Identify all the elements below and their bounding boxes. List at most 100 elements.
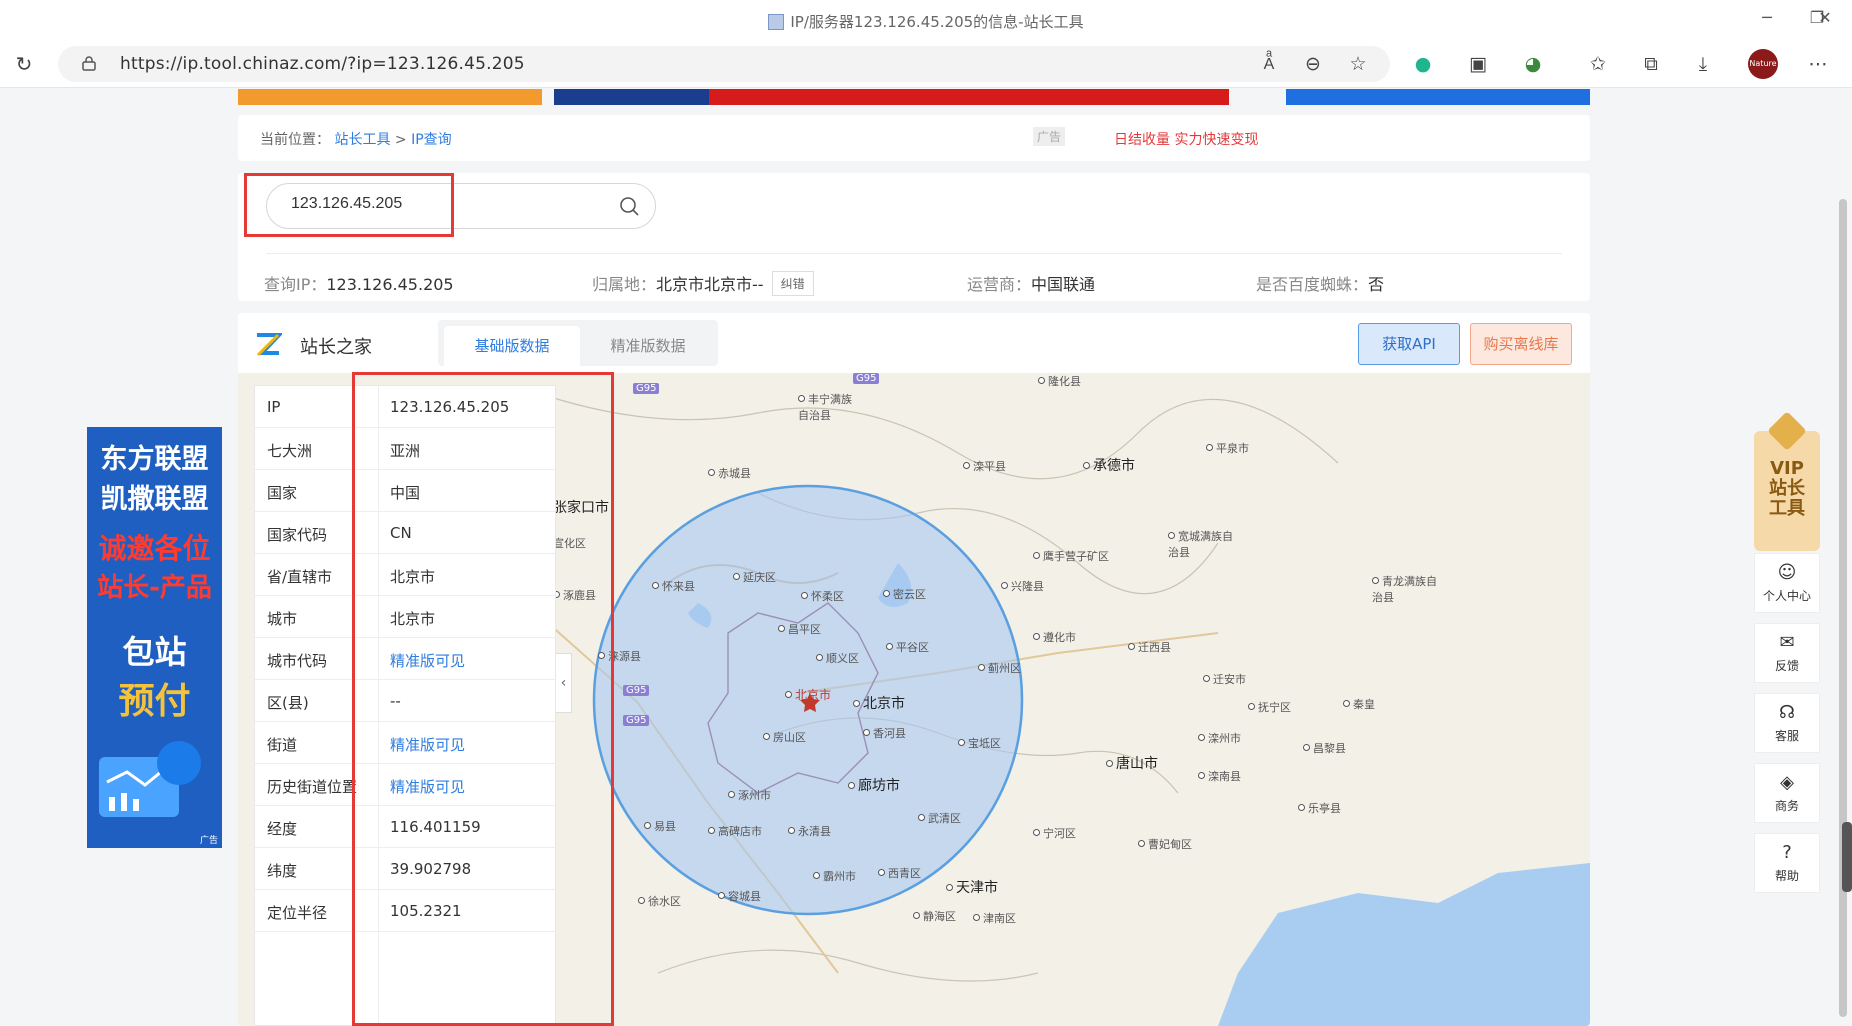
road-shield: G95 (623, 715, 650, 726)
extension-game-icon[interactable]: ▣ (1465, 51, 1491, 77)
get-api-button[interactable]: 获取API (1358, 323, 1460, 365)
map-place-label: 滦平县 (963, 458, 1006, 474)
chart-illustration-icon (99, 741, 201, 817)
read-aloud-icon[interactable]: A͏ͣ (1256, 51, 1282, 77)
precise-only-link[interactable]: 精准版可见 (390, 776, 465, 797)
table-row: 国家代码 CN (255, 512, 555, 554)
road-shield: G95 (633, 383, 660, 394)
extension-sync-icon[interactable]: ● (1410, 51, 1436, 77)
banner-ad-2[interactable] (554, 89, 709, 105)
table-row: 街道 精准版可见 (255, 722, 555, 764)
row-value: 中国 (390, 484, 421, 502)
banner-ad-4[interactable] (1286, 89, 1590, 105)
address-bar[interactable]: https://ip.tool.chinaz.com/?ip=123.126.4… (58, 46, 1390, 82)
precise-only-link[interactable]: 精准版可见 (390, 734, 465, 755)
row-key: 省/直辖市 (267, 568, 333, 586)
map-place-label: 顺义区 (816, 650, 859, 666)
banner-ad-1[interactable] (238, 89, 542, 105)
isp-value: 中国联通 (1031, 275, 1096, 294)
table-row: 国家 中国 (255, 470, 555, 512)
banner-ad-3[interactable] (709, 89, 1229, 105)
query-ip-label: 查询IP： (264, 275, 327, 294)
vip-badge[interactable]: VIP 站长工具 (1754, 411, 1820, 551)
float-item-label: 个人中心 (1762, 589, 1811, 603)
download-icon[interactable]: ⤓ (1690, 51, 1716, 77)
breadcrumb-prefix: 当前位置： (260, 132, 330, 148)
float-item-service[interactable]: ☊ 客服 (1754, 693, 1820, 753)
search-icon[interactable] (617, 194, 643, 220)
top-banner-ads[interactable] (238, 89, 1590, 105)
scrollbar-thumb[interactable] (1839, 199, 1847, 1017)
refresh-icon[interactable]: ↻ (10, 50, 38, 78)
window-title: IP/服务器123.126.45.205的信息-站长工具 (0, 11, 1852, 32)
float-item-help[interactable]: ? 帮助 (1754, 833, 1820, 893)
road-shield: G95 (623, 685, 650, 696)
tab-basic-data[interactable]: 基础版数据 (444, 326, 580, 366)
map-place-label: 西青区 (878, 865, 921, 881)
row-key: 七大洲 (267, 442, 313, 460)
map-place-label: 平谷区 (886, 639, 929, 655)
minimize-button[interactable]: ─ (1752, 8, 1782, 27)
map-place-label: 香河县 (863, 725, 906, 741)
profile-avatar[interactable]: Nature (1748, 49, 1778, 79)
divider (266, 253, 1562, 254)
promo-link[interactable]: 日结收量 实力快速变现 (1114, 129, 1258, 149)
tab-precise-data[interactable]: 精准版数据 (580, 326, 716, 366)
map-pin-label: 北京市 (785, 686, 831, 703)
fix-button[interactable]: 纠错 (771, 271, 814, 296)
buy-offline-db-button[interactable]: 购买离线库 (1470, 323, 1572, 365)
float-item-feedback[interactable]: ✉ 反馈 (1754, 623, 1820, 683)
left-side-ad[interactable]: 东方联盟 凯撒联盟 诚邀各位 站长-产品 包站 预付 广告 (87, 427, 222, 848)
site-favicon-icon (768, 14, 785, 30)
location-label: 归属地： (592, 275, 657, 294)
url-text[interactable]: https://ip.tool.chinaz.com/?ip=123.126.4… (120, 54, 525, 74)
table-row: 经度 116.401159 (255, 806, 555, 848)
float-item-business[interactable]: ◈ 商务 (1754, 763, 1820, 823)
map-place-label: 赤城县 (708, 465, 751, 481)
brand-name: 站长之家 (300, 337, 372, 358)
map-place-label: 昌平区 (778, 621, 821, 637)
isp-info: 运营商：中国联通 (967, 271, 1095, 295)
handshake-icon: ◈ (1780, 772, 1794, 793)
map-place-label: 遵化市 (1033, 629, 1076, 645)
map-place-label: 宁河区 (1033, 825, 1076, 841)
map-place-label: 易县 (644, 818, 676, 834)
map-place-label: 怀柔区 (801, 588, 844, 604)
map-place-label: 徐水区 (638, 893, 681, 909)
row-value: 亚洲 (390, 442, 421, 460)
precise-only-link[interactable]: 精准版可见 (390, 650, 465, 671)
table-row: 城市 北京市 (255, 596, 555, 638)
table-row: 历史街道位置 精准版可见 (255, 764, 555, 806)
search-panel: 查询IP：123.126.45.205 归属地：北京市北京市-- 纠错 运营商：中… (238, 173, 1590, 301)
map-place-label: 迁安市 (1203, 671, 1246, 687)
favorite-add-icon[interactable]: ☆ (1345, 51, 1371, 77)
row-key: IP (267, 398, 281, 416)
table-row: IP 123.126.45.205 (255, 386, 555, 428)
location-value: 北京市北京市-- (656, 275, 764, 294)
side-panel-handle[interactable] (1842, 822, 1852, 892)
row-key: 区(县) (267, 694, 309, 712)
favorites-icon[interactable]: ✩ (1585, 51, 1611, 77)
float-item-profile[interactable]: ☺ 个人中心 (1754, 553, 1820, 613)
row-key: 经度 (267, 820, 298, 838)
extension-globe-icon[interactable]: ◕ (1520, 51, 1546, 77)
collapse-table-button[interactable]: ‹ (556, 653, 572, 713)
map-place-label: 乐亭县 (1298, 800, 1341, 816)
map-place-label: 滦州市 (1198, 730, 1241, 746)
map-place-label: 迁西县 (1128, 639, 1171, 655)
breadcrumb-item-ip[interactable]: IP查询 (411, 132, 452, 148)
ad-line: 诚邀各位 (98, 532, 211, 565)
map-place-label: 平泉市 (1206, 440, 1249, 456)
map-place-label: 房山区 (763, 729, 806, 745)
map-place-label: 丰宁满族自治县 (798, 391, 858, 423)
collections-icon[interactable]: ⧉ (1638, 51, 1664, 77)
map-place-label: 青龙满族自治县 (1372, 573, 1442, 605)
map-place-label: 宽城满族自治县 (1168, 528, 1238, 560)
breadcrumb: 当前位置： 站长工具 > IP查询 (260, 129, 452, 149)
row-value: 123.126.45.205 (390, 398, 510, 416)
close-button[interactable]: ✕ (1810, 8, 1840, 27)
row-value: 39.902798 (390, 860, 472, 878)
zoom-icon[interactable]: ⊖ (1300, 51, 1326, 77)
more-menu-icon[interactable]: ⋯ (1805, 51, 1831, 77)
breadcrumb-item-tools[interactable]: 站长工具 (334, 132, 390, 148)
